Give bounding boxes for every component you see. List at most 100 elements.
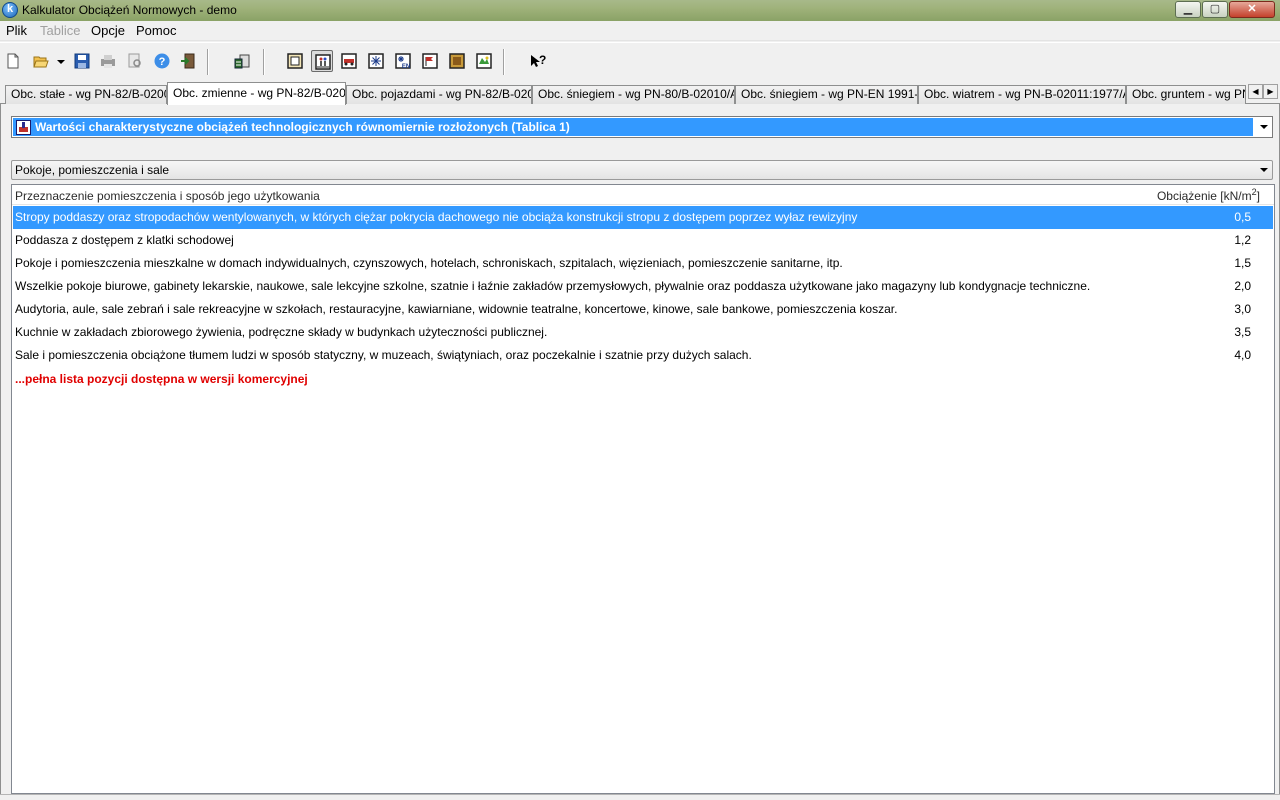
row-load: 3,5 [1234,325,1251,339]
save-button[interactable] [71,50,93,72]
wind-icon [422,53,438,69]
table-row[interactable]: Stropy poddaszy oraz stropodachów wentyl… [13,206,1273,229]
list-header: Przeznaczenie pomieszczenia i sposób jeg… [12,185,1274,205]
tab-obc-sniegiem-pn80[interactable]: Obc. śniegiem - wg PN-80/B-02010/Az1 [532,85,735,104]
snow-en-icon: EN [395,53,411,69]
new-icon [7,53,19,69]
exit-icon [181,53,195,69]
table2-button[interactable] [311,50,333,72]
column-header-load-label: Obciążenie [kN/m [1156,189,1252,203]
print-button [97,50,119,72]
save-icon [74,53,90,69]
snow-en-button[interactable]: EN [392,50,414,72]
minimize-button[interactable]: ▁ [1175,1,1201,18]
preview-button [124,50,146,72]
status-bar [0,794,1280,800]
tab-obc-wiatrem[interactable]: Obc. wiatrem - wg PN-B-02011:1977/Az1 [918,85,1126,104]
table-row[interactable]: Kuchnie w zakładach zbiorowego żywienia,… [13,321,1273,344]
wind-button[interactable] [419,50,441,72]
tab-obc-stale[interactable]: Obc. stałe - wg PN-82/B-02001 [5,85,167,104]
row-purpose: Sale i pomieszczenia obciążone tłumem lu… [15,348,752,362]
table-row[interactable]: Pokoje i pomieszczenia mieszkalne w doma… [13,252,1273,275]
table-row[interactable]: Poddasza z dostępem z klatki schodowej 1… [13,229,1273,252]
table1-icon [287,53,303,69]
row-load: 0,5 [1234,210,1251,224]
window-title: Kalkulator Obciążeń Normowych - demo [22,3,237,17]
title-bar: Kalkulator Obciążeń Normowych - demo ▁ ▢… [0,0,1280,21]
row-load: 3,0 [1234,302,1251,316]
calculator-button[interactable] [231,50,253,72]
table1-button[interactable] [284,50,306,72]
svg-text:?: ? [159,56,166,68]
category-select[interactable]: Pokoje, pomieszczenia i sale [11,160,1273,180]
tab-obc-gruntem[interactable]: Obc. gruntem - wg PN-8 [1126,85,1246,104]
preview-icon [128,53,141,68]
tab-strip: Obc. stałe - wg PN-82/B-02001 Obc. zmien… [0,82,1280,105]
menu-bar: Plik Tablice Opcje Pomoc [0,21,1280,41]
chevron-down-icon[interactable] [1258,164,1270,176]
menu-pomoc[interactable]: Pomoc [136,23,176,38]
table-select-label: Wartości charakterystyczne obciążeń tech… [35,120,570,134]
open-icon [33,56,49,68]
context-help-button[interactable]: ? [526,50,548,72]
print-icon [101,55,115,68]
category-select-label: Pokoje, pomieszczenia i sale [15,163,170,177]
menu-tablice: Tablice [40,23,81,38]
help-button[interactable]: ? [151,50,173,72]
tab-scroll-right-button[interactable]: ▶ [1263,84,1278,99]
snow-icon [368,53,384,69]
chevron-down-icon[interactable] [1258,121,1270,133]
menu-plik[interactable]: Plik [6,23,27,38]
row-purpose: Pokoje i pomieszczenia mieszkalne w doma… [15,256,843,270]
calculator-icon [234,54,250,69]
toolbar-separator [503,49,505,75]
table-select-value: Wartości charakterystyczne obciążeń tech… [13,118,1253,136]
column-header-purpose[interactable]: Przeznaczenie pomieszczenia i sposób jeg… [15,189,320,203]
column-header-load-bracket: ] [1256,189,1260,203]
soil-button[interactable] [446,50,468,72]
table-icon [16,120,31,135]
vehicle-icon [341,53,357,69]
snow-button[interactable] [365,50,387,72]
row-purpose: Kuchnie w zakładach zbiorowego żywienia,… [15,325,548,339]
close-button[interactable]: ✕ [1229,1,1275,18]
context-help-label: ? [539,53,547,67]
load-list: Przeznaczenie pomieszczenia i sposób jeg… [11,184,1275,794]
table-row[interactable]: Audytoria, aule, sale zebrań i sale rekr… [13,298,1273,321]
table-select[interactable]: Wartości charakterystyczne obciążeń tech… [11,116,1273,138]
row-purpose: Poddasza z dostępem z klatki schodowej [15,233,234,247]
row-purpose: Wszelkie pokoje biurowe, gabinety lekars… [15,279,1091,293]
table3-button[interactable] [338,50,360,72]
tab-obc-sniegiem-en[interactable]: Obc. śniegiem - wg PN-EN 1991-1-3 [735,85,918,104]
app-icon[interactable] [2,2,18,18]
map-button[interactable] [473,50,495,72]
row-load: 1,5 [1234,256,1251,270]
table-row[interactable]: Wszelkie pokoje biurowe, gabinety lekars… [13,275,1273,298]
map-icon [476,53,492,69]
maximize-button[interactable]: ▢ [1202,1,1228,18]
tab-obc-zmienne[interactable]: Obc. zmienne - wg PN-82/B-02003 [167,82,346,105]
commercial-version-note: ...pełna lista pozycji dostępna w wersji… [15,372,308,386]
toolbar-separator [207,49,209,75]
row-purpose: Stropy poddaszy oraz stropodachów wentyl… [15,210,858,224]
svg-text:EN: EN [402,64,410,69]
soil-icon [449,53,465,69]
row-load: 1,2 [1234,233,1251,247]
tab-obc-pojazdami[interactable]: Obc. pojazdami - wg PN-82/B-02004 [346,85,532,104]
row-load: 2,0 [1234,279,1251,293]
tab-panel: Wartości charakterystyczne obciążeń tech… [0,104,1280,794]
exit-button[interactable] [177,50,199,72]
help-icon: ? [154,53,170,69]
row-purpose: Audytoria, aule, sale zebrań i sale rekr… [15,302,898,316]
open-dropdown-button[interactable] [52,50,66,72]
toolbar: ? EN ? [0,42,1280,80]
tab-scroll-left-button[interactable]: ◀ [1248,84,1263,99]
menu-opcje[interactable]: Opcje [91,23,125,38]
chevron-down-icon [57,60,65,64]
table-row[interactable]: Sale i pomieszczenia obciążone tłumem lu… [13,344,1273,367]
people-load-icon [315,54,331,70]
column-header-load[interactable]: Obciążenie [kN/m2] [1157,187,1260,203]
row-load: 4,0 [1234,348,1251,362]
open-button[interactable] [30,50,52,72]
new-button[interactable] [2,50,24,72]
